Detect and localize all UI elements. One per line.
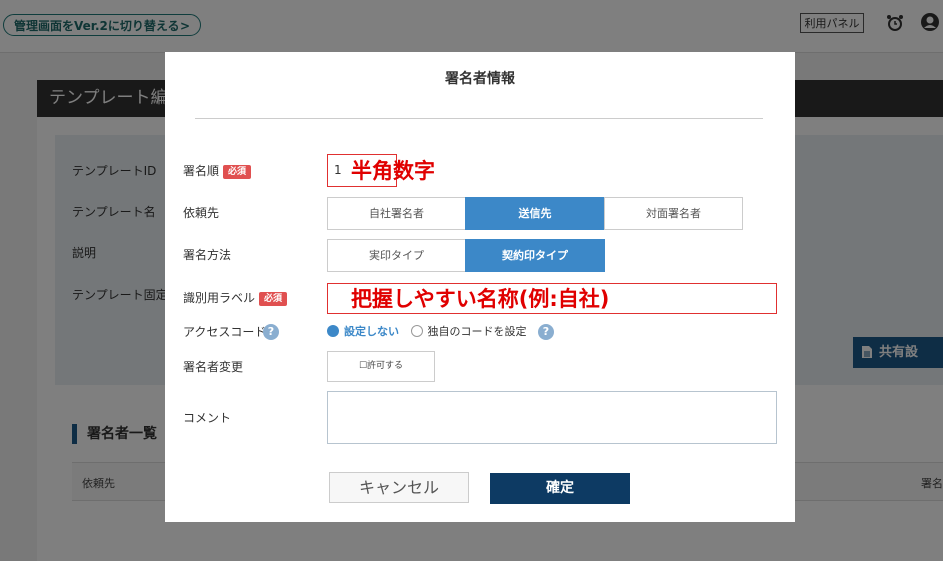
order-annotation: 半角数字	[351, 159, 435, 183]
signer-change-label: 署名者変更	[183, 360, 244, 374]
sign-method-label: 署名方法	[183, 248, 232, 262]
comment-textarea[interactable]	[327, 391, 777, 444]
order-row-label: 署名順 必須	[183, 163, 252, 179]
modal-divider	[195, 118, 763, 119]
id-label-annotation: 把握しやすい名称(例:自社)	[351, 287, 610, 311]
cancel-button[interactable]: キャンセル	[329, 472, 469, 503]
confirm-button[interactable]: 確定	[490, 473, 630, 504]
required-badge: 必須	[259, 291, 288, 306]
permit-checkbox[interactable]: ☐許可する	[327, 351, 435, 382]
radio-custom-code-label[interactable]: 独自のコードを設定	[428, 325, 527, 338]
custom-code-help-icon[interactable]: ?	[538, 324, 554, 340]
id-label-label: 識別用ラベル	[183, 291, 256, 305]
option-contract-seal-type[interactable]: 契約印タイプ	[465, 239, 605, 272]
access-code-help-icon[interactable]: ?	[263, 324, 279, 340]
option-face-to-face-signer[interactable]: 対面署名者	[604, 197, 743, 230]
option-own-company-signer[interactable]: 自社署名者	[327, 197, 466, 230]
access-code-label: アクセスコード	[183, 325, 267, 339]
order-label: 署名順	[183, 164, 220, 178]
radio-no-code[interactable]	[327, 325, 339, 337]
required-badge: 必須	[223, 164, 252, 179]
id-label-row-label: 識別用ラベル 必須	[183, 290, 288, 306]
radio-custom-code[interactable]	[410, 325, 423, 337]
request-to-label: 依頼先	[183, 206, 220, 220]
access-code-radio-group: 設定しない 独自のコードを設定 ?	[327, 323, 554, 341]
modal-title: 署名者情報	[445, 71, 515, 87]
option-registered-seal-type[interactable]: 実印タイプ	[327, 239, 466, 272]
signer-info-modal: 署名者情報 署名順 必須 1 半角数字 依頼先 自社署名者 送信先 対面署名者 署…	[165, 52, 795, 522]
option-recipient[interactable]: 送信先	[465, 197, 605, 230]
comment-label: コメント	[183, 411, 232, 425]
radio-no-code-label[interactable]: 設定しない	[344, 325, 399, 338]
